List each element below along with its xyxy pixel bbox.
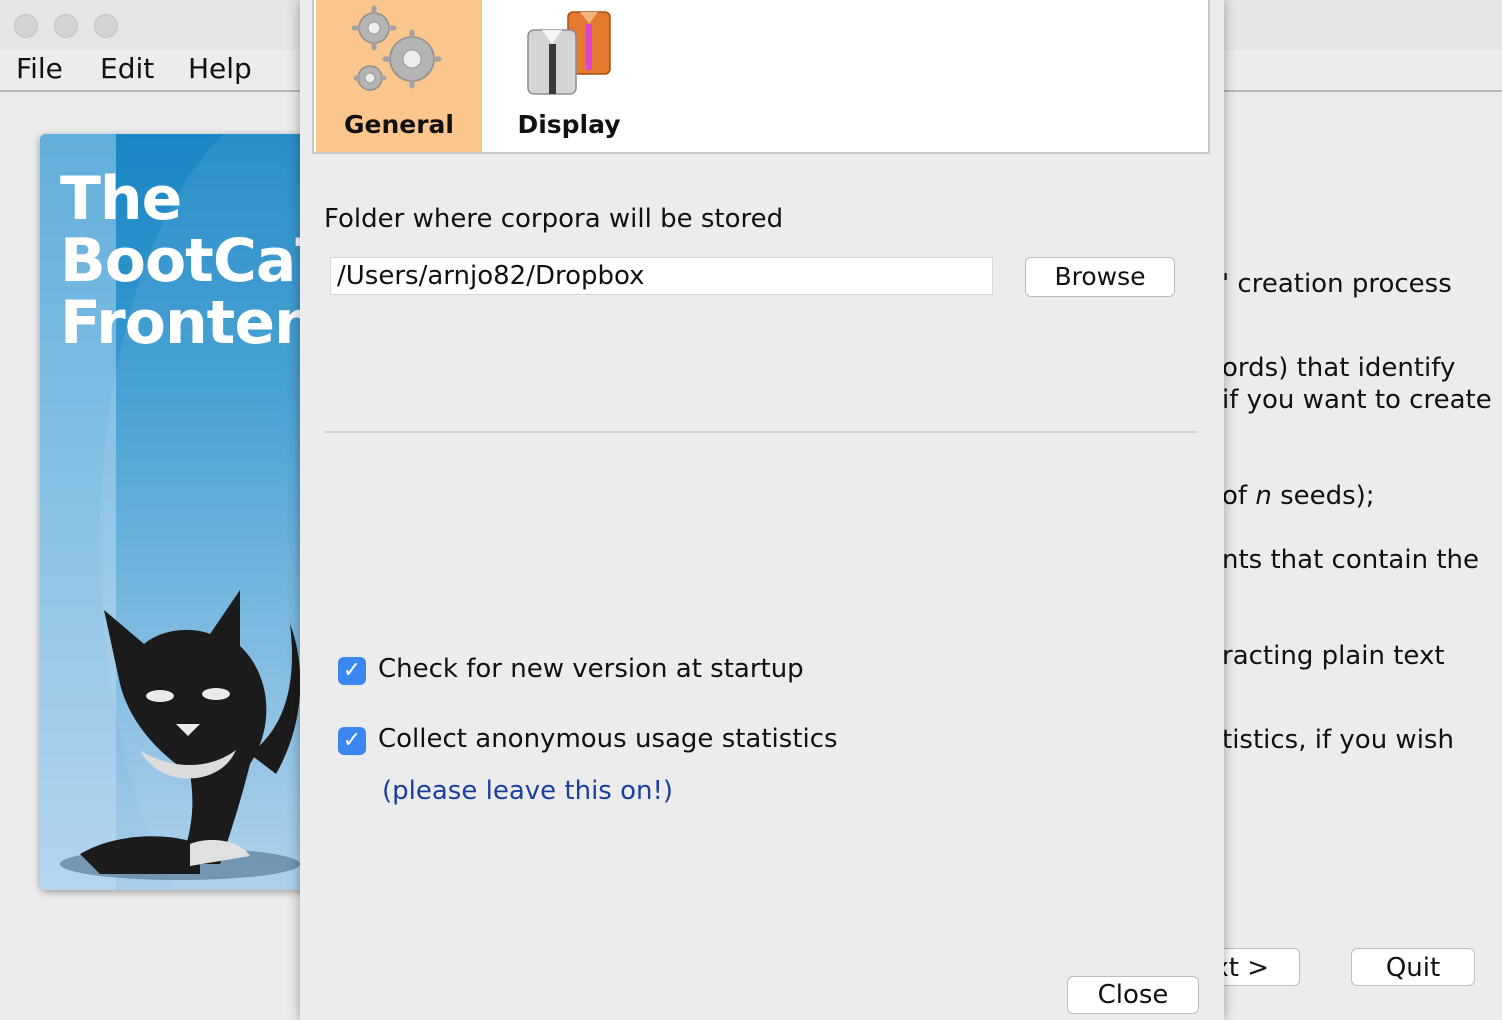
bg-text-part: of xyxy=(1222,481,1256,511)
bg-text-line: racting plain text xyxy=(1222,641,1445,671)
checkbox-checked-icon[interactable]: ✓ xyxy=(338,727,366,755)
bg-text-line: of n seeds); xyxy=(1222,481,1375,511)
splash-image: The BootCaT Frontend xyxy=(40,134,310,890)
tab-general[interactable]: General xyxy=(316,0,482,152)
bg-text-line: ords) that identify xyxy=(1222,353,1456,383)
gears-icon xyxy=(351,5,442,91)
cat-logo-icon xyxy=(60,590,301,880)
menu-edit[interactable]: Edit xyxy=(100,52,154,85)
menu-file[interactable]: File xyxy=(16,52,63,85)
minimize-window-button[interactable] xyxy=(54,14,78,38)
separator xyxy=(324,431,1198,433)
bg-text-line: ' creation process xyxy=(1222,269,1452,299)
close-window-button[interactable] xyxy=(14,14,38,38)
bg-text-italic: n xyxy=(1255,481,1272,511)
tab-display-label: Display xyxy=(517,110,621,139)
preferences-dialog: General Display Folder where corpora wil… xyxy=(300,0,1224,1020)
collect-stats-label: Collect anonymous usage statistics xyxy=(378,724,838,754)
menu-help[interactable]: Help xyxy=(188,52,252,85)
bg-text-line: tistics, if you wish xyxy=(1222,725,1454,755)
tab-general-label: General xyxy=(344,110,454,139)
check-updates-label: Check for new version at startup xyxy=(378,654,804,684)
checkbox-checked-icon[interactable]: ✓ xyxy=(338,657,366,685)
bg-text-part: seeds); xyxy=(1271,481,1375,511)
quit-button[interactable]: Quit xyxy=(1351,948,1475,986)
splash-title: The BootCaT Frontend xyxy=(60,164,310,358)
browse-button[interactable]: Browse xyxy=(1025,257,1175,297)
bg-text-line: if you want to create xyxy=(1222,385,1492,415)
bg-text-line: nts that contain the xyxy=(1222,545,1479,575)
zoom-window-button[interactable] xyxy=(94,14,118,38)
shirts-icon xyxy=(527,11,611,95)
tab-display[interactable]: Display xyxy=(482,0,656,152)
close-button[interactable]: Close xyxy=(1067,976,1199,1014)
preferences-toolbar: General Display xyxy=(312,0,1210,154)
corpora-folder-input[interactable] xyxy=(330,257,993,295)
corpora-folder-label: Folder where corpora will be stored xyxy=(324,204,784,234)
stats-hint: (please leave this on!) xyxy=(382,776,674,806)
